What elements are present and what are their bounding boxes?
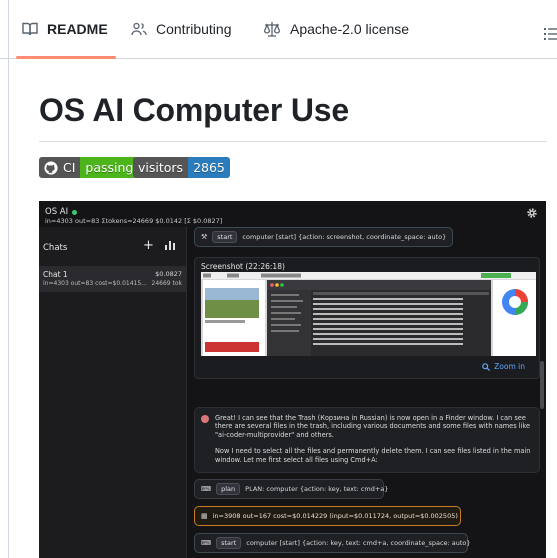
- ci-badge-value: passing: [80, 157, 139, 178]
- app-title: OS AI: [45, 207, 78, 217]
- ci-badge-label: CI: [39, 157, 81, 178]
- people-icon: [131, 22, 147, 36]
- chat-meta: in=4303 out=83 cost=$0.01415...: [43, 280, 147, 287]
- visitors-badge-label: visitors: [133, 157, 189, 178]
- assistant-paragraph: Now I need to select all the files and p…: [215, 447, 531, 464]
- status-dot-icon: [72, 209, 78, 215]
- tab-license[interactable]: Apache-2.0 license: [263, 0, 409, 58]
- chat-tokens: 24669 tok: [151, 280, 183, 287]
- screenshot-result-card: Screenshot (22:26:18) Zoom in: [194, 257, 540, 379]
- new-chat-plus-icon[interactable]: +: [143, 238, 154, 253]
- tab-contributing[interactable]: Contributing: [131, 0, 232, 58]
- outline-menu-icon[interactable]: [544, 27, 557, 41]
- tab-readme[interactable]: README: [22, 0, 108, 58]
- chats-sidebar: Chats + Chat 1 $0.0827 in=4303 out=83 co…: [39, 227, 187, 558]
- tool-call-start: ⚒ start computer [start] {action: screen…: [194, 227, 454, 247]
- usage-pill: ▦ in=3908 out=167 cost=$0.014229 (input=…: [194, 506, 461, 526]
- app-token-stats: in=4303 out=83 Σtokens=24669 $0.0142 [Σ …: [45, 217, 223, 225]
- tab-label: Contributing: [156, 21, 232, 37]
- chat-cost: $0.0827: [155, 270, 182, 278]
- zoom-in-button[interactable]: Zoom in: [482, 362, 525, 371]
- chat-messages: ⚒ start computer [start] {action: screen…: [194, 227, 546, 558]
- keyboard-icon: ⌨: [201, 539, 212, 547]
- assistant-paragraph: Great! I can see that the Trash (Корзина…: [215, 414, 531, 439]
- ci-badge[interactable]: CI passing: [39, 157, 139, 178]
- chats-heading: Chats: [43, 243, 68, 253]
- keyboard-icon: ⌨: [201, 485, 212, 493]
- tab-label: README: [47, 21, 108, 37]
- desktop-thumbnail[interactable]: [201, 272, 536, 356]
- tab-label: Apache-2.0 license: [290, 21, 410, 37]
- assistant-avatar-icon: [201, 415, 209, 423]
- tool-icon: ⚒: [201, 233, 208, 241]
- app-screenshot: OS AI in=4303 out=83 Σtokens=24669 $0.01…: [39, 201, 546, 558]
- screenshot-title: Screenshot (22:26:18): [201, 262, 285, 271]
- readme-title: OS AI Computer Use: [39, 92, 349, 128]
- gear-icon[interactable]: [526, 207, 538, 219]
- visitors-badge-value: 2865: [188, 157, 230, 178]
- book-icon: [22, 22, 38, 36]
- scrollbar[interactable]: [540, 361, 544, 409]
- bar-chart-icon[interactable]: [165, 240, 175, 250]
- tool-call-start-2: ⌨ start computer [start] {action: key, t…: [194, 533, 471, 553]
- plan-pill: ⌨ plan PLAN: computer {action: key, text…: [194, 479, 388, 499]
- github-icon: [44, 160, 58, 175]
- chart-icon: ▦: [201, 512, 208, 520]
- chat-list-item[interactable]: Chat 1 $0.0827 in=4303 out=83 cost=$0.01…: [39, 266, 187, 292]
- assistant-message: Great! I can see that the Trash (Корзина…: [194, 407, 540, 473]
- law-icon: [263, 22, 281, 37]
- visitors-badge[interactable]: visitors 2865: [133, 157, 230, 178]
- magnifier-icon: [482, 362, 491, 371]
- app-topbar: OS AI in=4303 out=83 Σtokens=24669 $0.01…: [39, 201, 546, 227]
- chat-name: Chat 1: [43, 270, 68, 279]
- title-divider: [39, 141, 547, 142]
